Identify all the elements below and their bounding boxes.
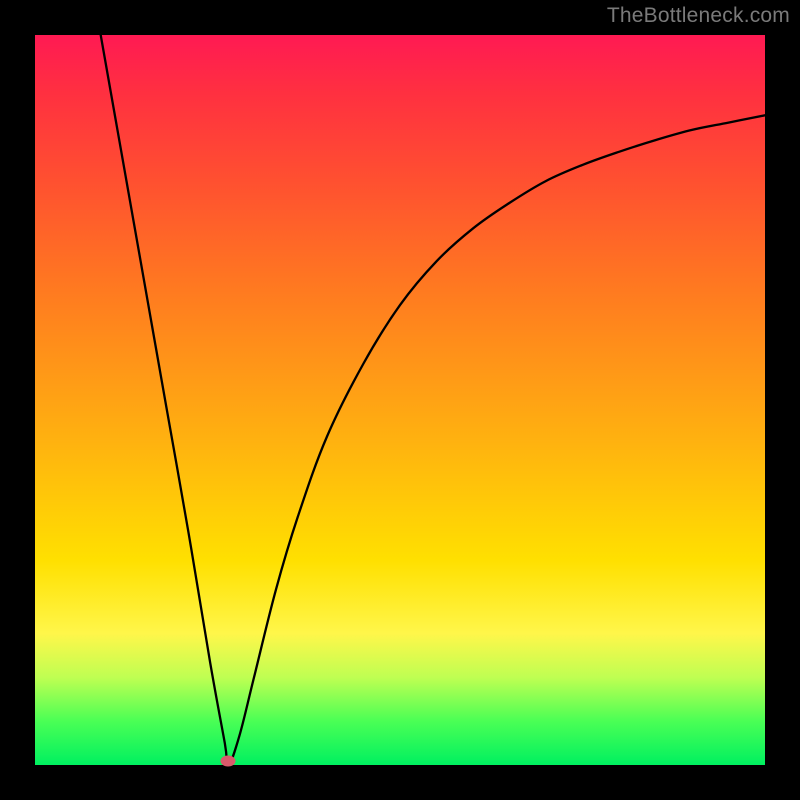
plot-area (35, 35, 765, 765)
optimal-point-marker (221, 756, 236, 767)
chart-frame: TheBottleneck.com (0, 0, 800, 800)
watermark-text: TheBottleneck.com (607, 4, 790, 28)
bottleneck-curve (35, 35, 765, 765)
